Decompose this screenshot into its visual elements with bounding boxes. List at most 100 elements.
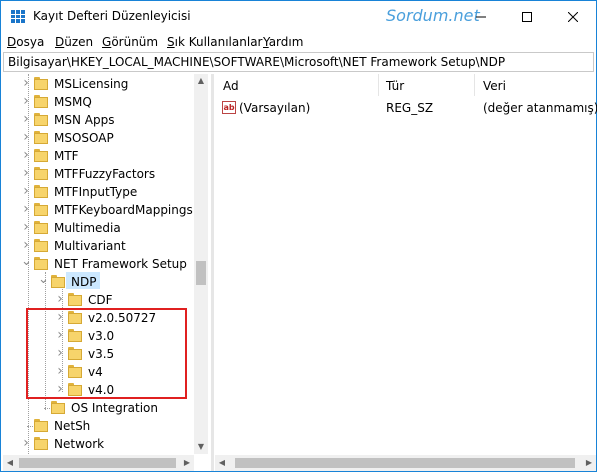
column-header-name[interactable]: Ad <box>223 79 239 93</box>
scroll-left-arrow-icon[interactable]: ◀ <box>3 455 17 471</box>
tree-vscroll-thumb[interactable] <box>196 261 206 285</box>
menu-file[interactable]: Dosya <box>7 35 44 49</box>
close-icon <box>568 11 578 22</box>
tree-item[interactable]: OS Integration <box>3 399 193 417</box>
value-type: REG_SZ <box>386 101 434 115</box>
tree-item[interactable]: › MTFKeyboardMappings <box>3 201 193 219</box>
menu-bar: Dosya Düzen Görünüm Sık Kullanılanlar Ya… <box>1 32 596 52</box>
maximize-button[interactable] <box>504 1 550 32</box>
chevron-right-icon[interactable]: › <box>21 202 31 216</box>
tree-item-label: NetSh <box>54 419 91 433</box>
column-header-type[interactable]: Tür <box>386 79 404 93</box>
title-bar: Kayıt Defteri Düzenleyicisi Sordum.net <box>1 1 596 32</box>
minimize-icon <box>476 16 486 17</box>
scroll-up-arrow-icon[interactable]: ▲ <box>194 74 208 88</box>
values-list: Ad Tür Veri ab (Varsayılan) REG_SZ (değe… <box>215 74 597 471</box>
folder-icon <box>34 77 48 90</box>
tree-item[interactable]: › MTFInputType <box>3 183 193 201</box>
tree-hscroll-thumb[interactable] <box>19 458 176 468</box>
tree-item-label: MSMQ <box>54 95 92 109</box>
minimize-button[interactable] <box>458 1 504 32</box>
list-hscroll-thumb[interactable] <box>235 458 575 468</box>
menu-view[interactable]: Görünüm <box>102 35 158 49</box>
scroll-left-arrow-icon[interactable]: ◀ <box>215 455 229 471</box>
registry-editor-window: Kayıt Defteri Düzenleyicisi Sordum.net D… <box>0 0 597 472</box>
folder-icon <box>34 203 48 216</box>
tree-item-label: MTFInputType <box>54 185 138 199</box>
menu-favorites[interactable]: Sık Kullanılanlar <box>167 35 262 49</box>
window-title: Kayıt Defteri Düzenleyicisi <box>33 9 191 23</box>
chevron-right-icon[interactable]: › <box>21 220 31 234</box>
tree-item[interactable]: ⌄ NET Framework Setup <box>3 255 193 273</box>
address-path: Bilgisayar\HKEY_LOCAL_MACHINE\SOFTWARE\M… <box>8 55 506 69</box>
column-header-data[interactable]: Veri <box>483 79 506 93</box>
chevron-down-icon[interactable]: ⌄ <box>21 255 32 269</box>
chevron-right-icon[interactable]: › <box>55 292 65 306</box>
tree-item[interactable]: NetSh <box>3 417 193 435</box>
tree-item-label: MTFKeyboardMappings <box>54 203 193 217</box>
list-horizontal-scrollbar[interactable]: ◀ ▶ <box>215 455 596 471</box>
folder-icon <box>34 149 48 162</box>
maximize-icon <box>522 11 532 22</box>
tree-item-label: CDF <box>88 293 113 307</box>
column-separator[interactable] <box>474 74 475 96</box>
tree-item[interactable]: › MSOSOAP <box>3 129 193 147</box>
folder-icon <box>34 131 48 144</box>
folder-icon <box>34 185 48 198</box>
value-name[interactable]: (Varsayılan) <box>239 101 310 115</box>
pane-splitter[interactable] <box>211 74 214 471</box>
folder-icon <box>34 167 48 180</box>
menu-edit[interactable]: Düzen <box>55 35 93 49</box>
tree-item[interactable]: › Network <box>3 435 193 453</box>
chevron-right-icon[interactable]: › <box>21 130 31 144</box>
string-value-icon: ab <box>222 101 236 114</box>
chevron-right-icon[interactable]: › <box>21 436 31 450</box>
tree-item-label: MTFFuzzyFactors <box>54 167 156 181</box>
tree-item-label: MTF <box>54 149 79 163</box>
tree-item-label: MSLicensing <box>54 77 129 91</box>
tree-item-label: NDP <box>71 275 97 289</box>
tree-item[interactable]: › Multivariant <box>3 237 193 255</box>
tree-item-label: MSOSOAP <box>54 131 114 145</box>
tree-item-label: Network <box>54 437 105 451</box>
chevron-right-icon[interactable]: › <box>21 148 31 162</box>
scroll-right-arrow-icon[interactable]: ▶ <box>582 455 596 471</box>
chevron-right-icon[interactable]: › <box>21 76 31 90</box>
folder-icon <box>34 239 48 252</box>
folder-icon <box>68 293 82 306</box>
tree-item[interactable]: › MSMQ <box>3 93 193 111</box>
tree-item-label: MSN Apps <box>54 113 115 127</box>
value-data: (değer atanmamış) <box>483 101 597 115</box>
close-button[interactable] <box>550 1 596 32</box>
tree-item-label: Multivariant <box>54 239 126 253</box>
tree-item[interactable]: ⌄ NDP <box>3 273 193 291</box>
folder-icon <box>34 437 48 450</box>
open-folder-icon <box>51 275 65 288</box>
tree-item[interactable]: › MSLicensing <box>3 75 193 93</box>
tree-item-label: NET Framework Setup <box>54 257 187 271</box>
chevron-down-icon[interactable]: ⌄ <box>38 273 49 287</box>
tree-item[interactable]: › MTF <box>3 147 193 165</box>
tree-vertical-scrollbar[interactable]: ▲ ▼ <box>194 74 208 454</box>
folder-icon <box>34 419 48 432</box>
chevron-right-icon[interactable]: › <box>21 112 31 126</box>
chevron-right-icon[interactable]: › <box>21 166 31 180</box>
tree-item-label: Multimedia <box>54 221 121 235</box>
scroll-right-arrow-icon[interactable]: ▶ <box>180 455 194 471</box>
open-folder-icon <box>34 257 48 270</box>
tree-item[interactable]: › CDF <box>3 291 193 309</box>
column-separator[interactable] <box>378 74 379 96</box>
scroll-down-arrow-icon[interactable]: ▼ <box>194 440 208 454</box>
folder-icon <box>51 401 65 414</box>
chevron-right-icon[interactable]: › <box>21 184 31 198</box>
registry-app-icon <box>11 10 25 23</box>
tree-horizontal-scrollbar[interactable]: ◀ ▶ <box>3 455 194 471</box>
tree-item[interactable]: › Multimedia <box>3 219 193 237</box>
chevron-right-icon[interactable]: › <box>21 94 31 108</box>
registry-tree: ▲ ▼ ◀ ▶ › MSLicensing › MSMQ › MSN Apps › MSOSO… <box>3 74 208 471</box>
tree-item[interactable]: › MSN Apps <box>3 111 193 129</box>
tree-item[interactable]: › MTFFuzzyFactors <box>3 165 193 183</box>
chevron-right-icon[interactable]: › <box>21 238 31 252</box>
address-bar[interactable]: Bilgisayar\HKEY_LOCAL_MACHINE\SOFTWARE\M… <box>3 52 594 72</box>
menu-help[interactable]: Yardım <box>263 35 303 49</box>
